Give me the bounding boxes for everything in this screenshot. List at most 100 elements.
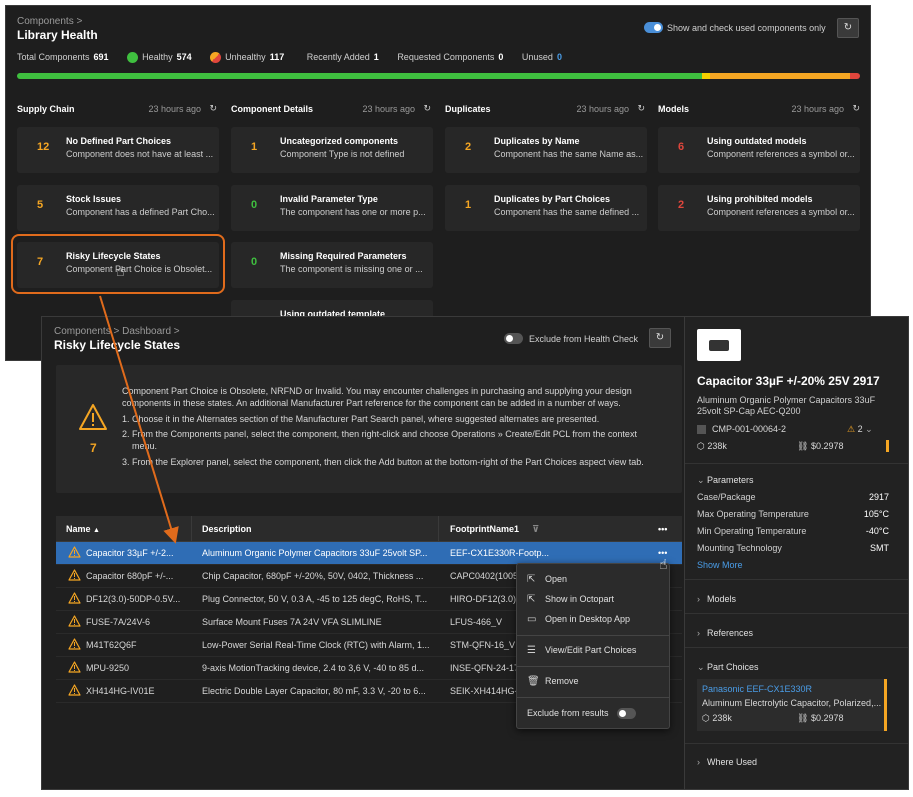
- param-row: Min Operating Temperature -40°C: [697, 526, 889, 536]
- card-title: Stock Issues: [66, 194, 122, 204]
- part-choice-description: Aluminum Electrolytic Capacitor, Polariz…: [702, 698, 882, 708]
- column-title: Models: [658, 104, 690, 114]
- card-count: 1: [251, 141, 258, 153]
- refresh-button[interactable]: ↻: [837, 18, 859, 38]
- card-count: 12: [37, 141, 50, 153]
- chevron-down-icon: ⌄: [865, 424, 873, 434]
- menu-item-part-choices[interactable]: ☰ View/Edit Part Choices: [527, 645, 636, 661]
- info-step: 3. From the Explorer panel, select the c…: [122, 457, 644, 467]
- component-type-icon: [697, 425, 706, 435]
- card-duplicates-name[interactable]: 2 Duplicates by Name Component has the s…: [445, 127, 647, 173]
- refresh-button[interactable]: ↻: [649, 328, 671, 348]
- warning-icon: [68, 592, 81, 604]
- column-header-name[interactable]: Name ▲: [66, 524, 100, 534]
- card-title: Uncategorized components: [280, 136, 399, 146]
- menu-item-remove[interactable]: 🗑 Remove: [527, 676, 579, 692]
- card-prohibited-models[interactable]: 2 Using prohibited models Component refe…: [658, 185, 860, 231]
- refresh-icon[interactable]: ↻: [637, 103, 645, 114]
- card-description: Component references a symbol or...: [707, 149, 855, 159]
- info-text: Component Part Choice is Obsolete, NRFND…: [122, 386, 632, 396]
- cell-footprint: EEF-CX1E330R-Footp...: [450, 548, 550, 558]
- info-step: 2. From the Components panel, select the…: [122, 429, 637, 439]
- card-duplicates-part-choices[interactable]: 1 Duplicates by Part Choices Component h…: [445, 185, 647, 231]
- library-health-window: Components > Library Health Show and che…: [5, 5, 871, 361]
- card-missing-parameters[interactable]: 0 Missing Required Parameters The compon…: [231, 242, 433, 288]
- desktop-app-icon: ▭: [527, 614, 537, 625]
- chevron-right-icon: ›: [697, 628, 700, 638]
- warning-icon: [68, 569, 81, 581]
- show-used-only-toggle[interactable]: Show and check used components only: [644, 22, 826, 34]
- card-description: Component does not have at least ...: [66, 149, 214, 159]
- card-description: Component has the same Name as...: [494, 149, 644, 159]
- hand-cursor-icon: ☝: [659, 556, 668, 572]
- card-uncategorized[interactable]: 1 Uncategorized components Component Typ…: [231, 127, 433, 173]
- cell-name: MPU-9250: [86, 663, 130, 673]
- exclude-toggle[interactable]: [617, 708, 637, 720]
- refresh-icon: ↻: [843, 22, 853, 33]
- section-models[interactable]: › Models: [697, 594, 736, 604]
- external-link-icon: ⇱: [527, 594, 536, 605]
- section-where-used[interactable]: › Where Used: [697, 757, 757, 767]
- warning-icon: [68, 546, 81, 558]
- requested-label: Requested Components: [397, 52, 495, 62]
- component-id[interactable]: CMP-001-00064-2: [712, 424, 786, 434]
- menu-item-exclude[interactable]: Exclude from results: [527, 708, 637, 724]
- part-choice-card[interactable]: Panasonic EEF-CX1E330R Aluminum Electrol…: [697, 679, 887, 731]
- chevron-right-icon: ›: [697, 757, 700, 767]
- section-parameters[interactable]: ⌄ Parameters: [697, 475, 754, 486]
- refresh-icon[interactable]: ↻: [209, 103, 217, 114]
- card-count: 0: [251, 199, 258, 211]
- show-more-link[interactable]: Show More: [697, 560, 889, 570]
- chevron-right-icon: ›: [697, 594, 700, 604]
- section-part-choices[interactable]: ⌄ Part Choices: [697, 662, 759, 673]
- warning-badge[interactable]: ⚠ 2 ⌄: [847, 424, 873, 435]
- toggle-switch[interactable]: [644, 22, 663, 34]
- menu-item-octopart[interactable]: ⇱ Show in Octopart: [527, 594, 614, 610]
- component-title: Capacitor 33µF +/-20% 25V 2917: [697, 374, 880, 388]
- column-updated: 23 hours ago: [576, 104, 629, 114]
- breadcrumb[interactable]: Components > Dashboard >: [54, 326, 180, 337]
- card-count: 6: [678, 141, 685, 153]
- column-header-footprint[interactable]: FootprintName1: [450, 524, 519, 534]
- refresh-icon[interactable]: ↻: [852, 103, 860, 114]
- requested-count[interactable]: 0: [498, 52, 503, 62]
- chevron-down-icon: ⌄: [697, 475, 705, 485]
- toggle-switch[interactable]: [504, 333, 523, 345]
- menu-item-open[interactable]: ⇱ Open: [527, 574, 567, 590]
- card-invalid-parameter[interactable]: 0 Invalid Parameter Type The component h…: [231, 185, 433, 231]
- column-title: Component Details: [231, 104, 314, 114]
- section-references[interactable]: › References: [697, 628, 753, 638]
- price-icon: ⛓: [797, 713, 809, 723]
- refresh-icon[interactable]: ↻: [423, 103, 431, 114]
- filter-icon[interactable]: ⊽: [532, 524, 539, 535]
- card-outdated-models[interactable]: 6 Using outdated models Component refere…: [658, 127, 860, 173]
- card-description: Component has the same defined ...: [494, 207, 640, 217]
- column-updated: 23 hours ago: [148, 104, 201, 114]
- column-header-description[interactable]: Description: [202, 524, 252, 534]
- unused-label: Unused: [521, 52, 553, 62]
- health-bar: [17, 73, 860, 79]
- part-choice-mpn[interactable]: Panasonic EEF-CX1E330R: [702, 684, 812, 694]
- card-title: Using prohibited models: [707, 194, 813, 204]
- health-bar-healthy: [17, 73, 702, 79]
- menu-item-desktop[interactable]: ▭ Open in Desktop App: [527, 614, 630, 630]
- column-component-details: Component Details 23 hours ago ↻: [231, 103, 431, 114]
- exclude-health-check-toggle[interactable]: Exclude from Health Check: [504, 333, 638, 345]
- sort-ascending-icon: ▲: [93, 527, 100, 534]
- card-no-part-choices[interactable]: 12 No Defined Part Choices Component doe…: [17, 127, 219, 173]
- refresh-icon: ↻: [655, 332, 665, 343]
- cell-name: M41T62Q6F: [86, 640, 137, 650]
- column-updated: 23 hours ago: [362, 104, 415, 114]
- cell-description: Low-Power Serial Real-Time Clock (RTC) w…: [202, 640, 430, 650]
- health-stats: Total Components 691 Healthy 574 Unhealthy…: [17, 52, 578, 64]
- health-bar-unhealthy: [710, 73, 850, 79]
- unused-count[interactable]: 0: [557, 52, 562, 62]
- card-title: Using outdated models: [707, 136, 807, 146]
- chevron-down-icon: ⌄: [697, 662, 705, 672]
- table-row[interactable]: Capacitor 33µF +/-2... Aluminum Organic P…: [56, 542, 682, 565]
- breadcrumb[interactable]: Components >: [17, 16, 82, 27]
- recent-count[interactable]: 1: [374, 52, 379, 62]
- cell-description: 9-axis MotionTracking device, 2.4 to 3,6…: [202, 663, 424, 673]
- card-stock-issues[interactable]: 5 Stock Issues Component has a defined P…: [17, 185, 219, 231]
- column-options-icon[interactable]: •••: [658, 524, 667, 534]
